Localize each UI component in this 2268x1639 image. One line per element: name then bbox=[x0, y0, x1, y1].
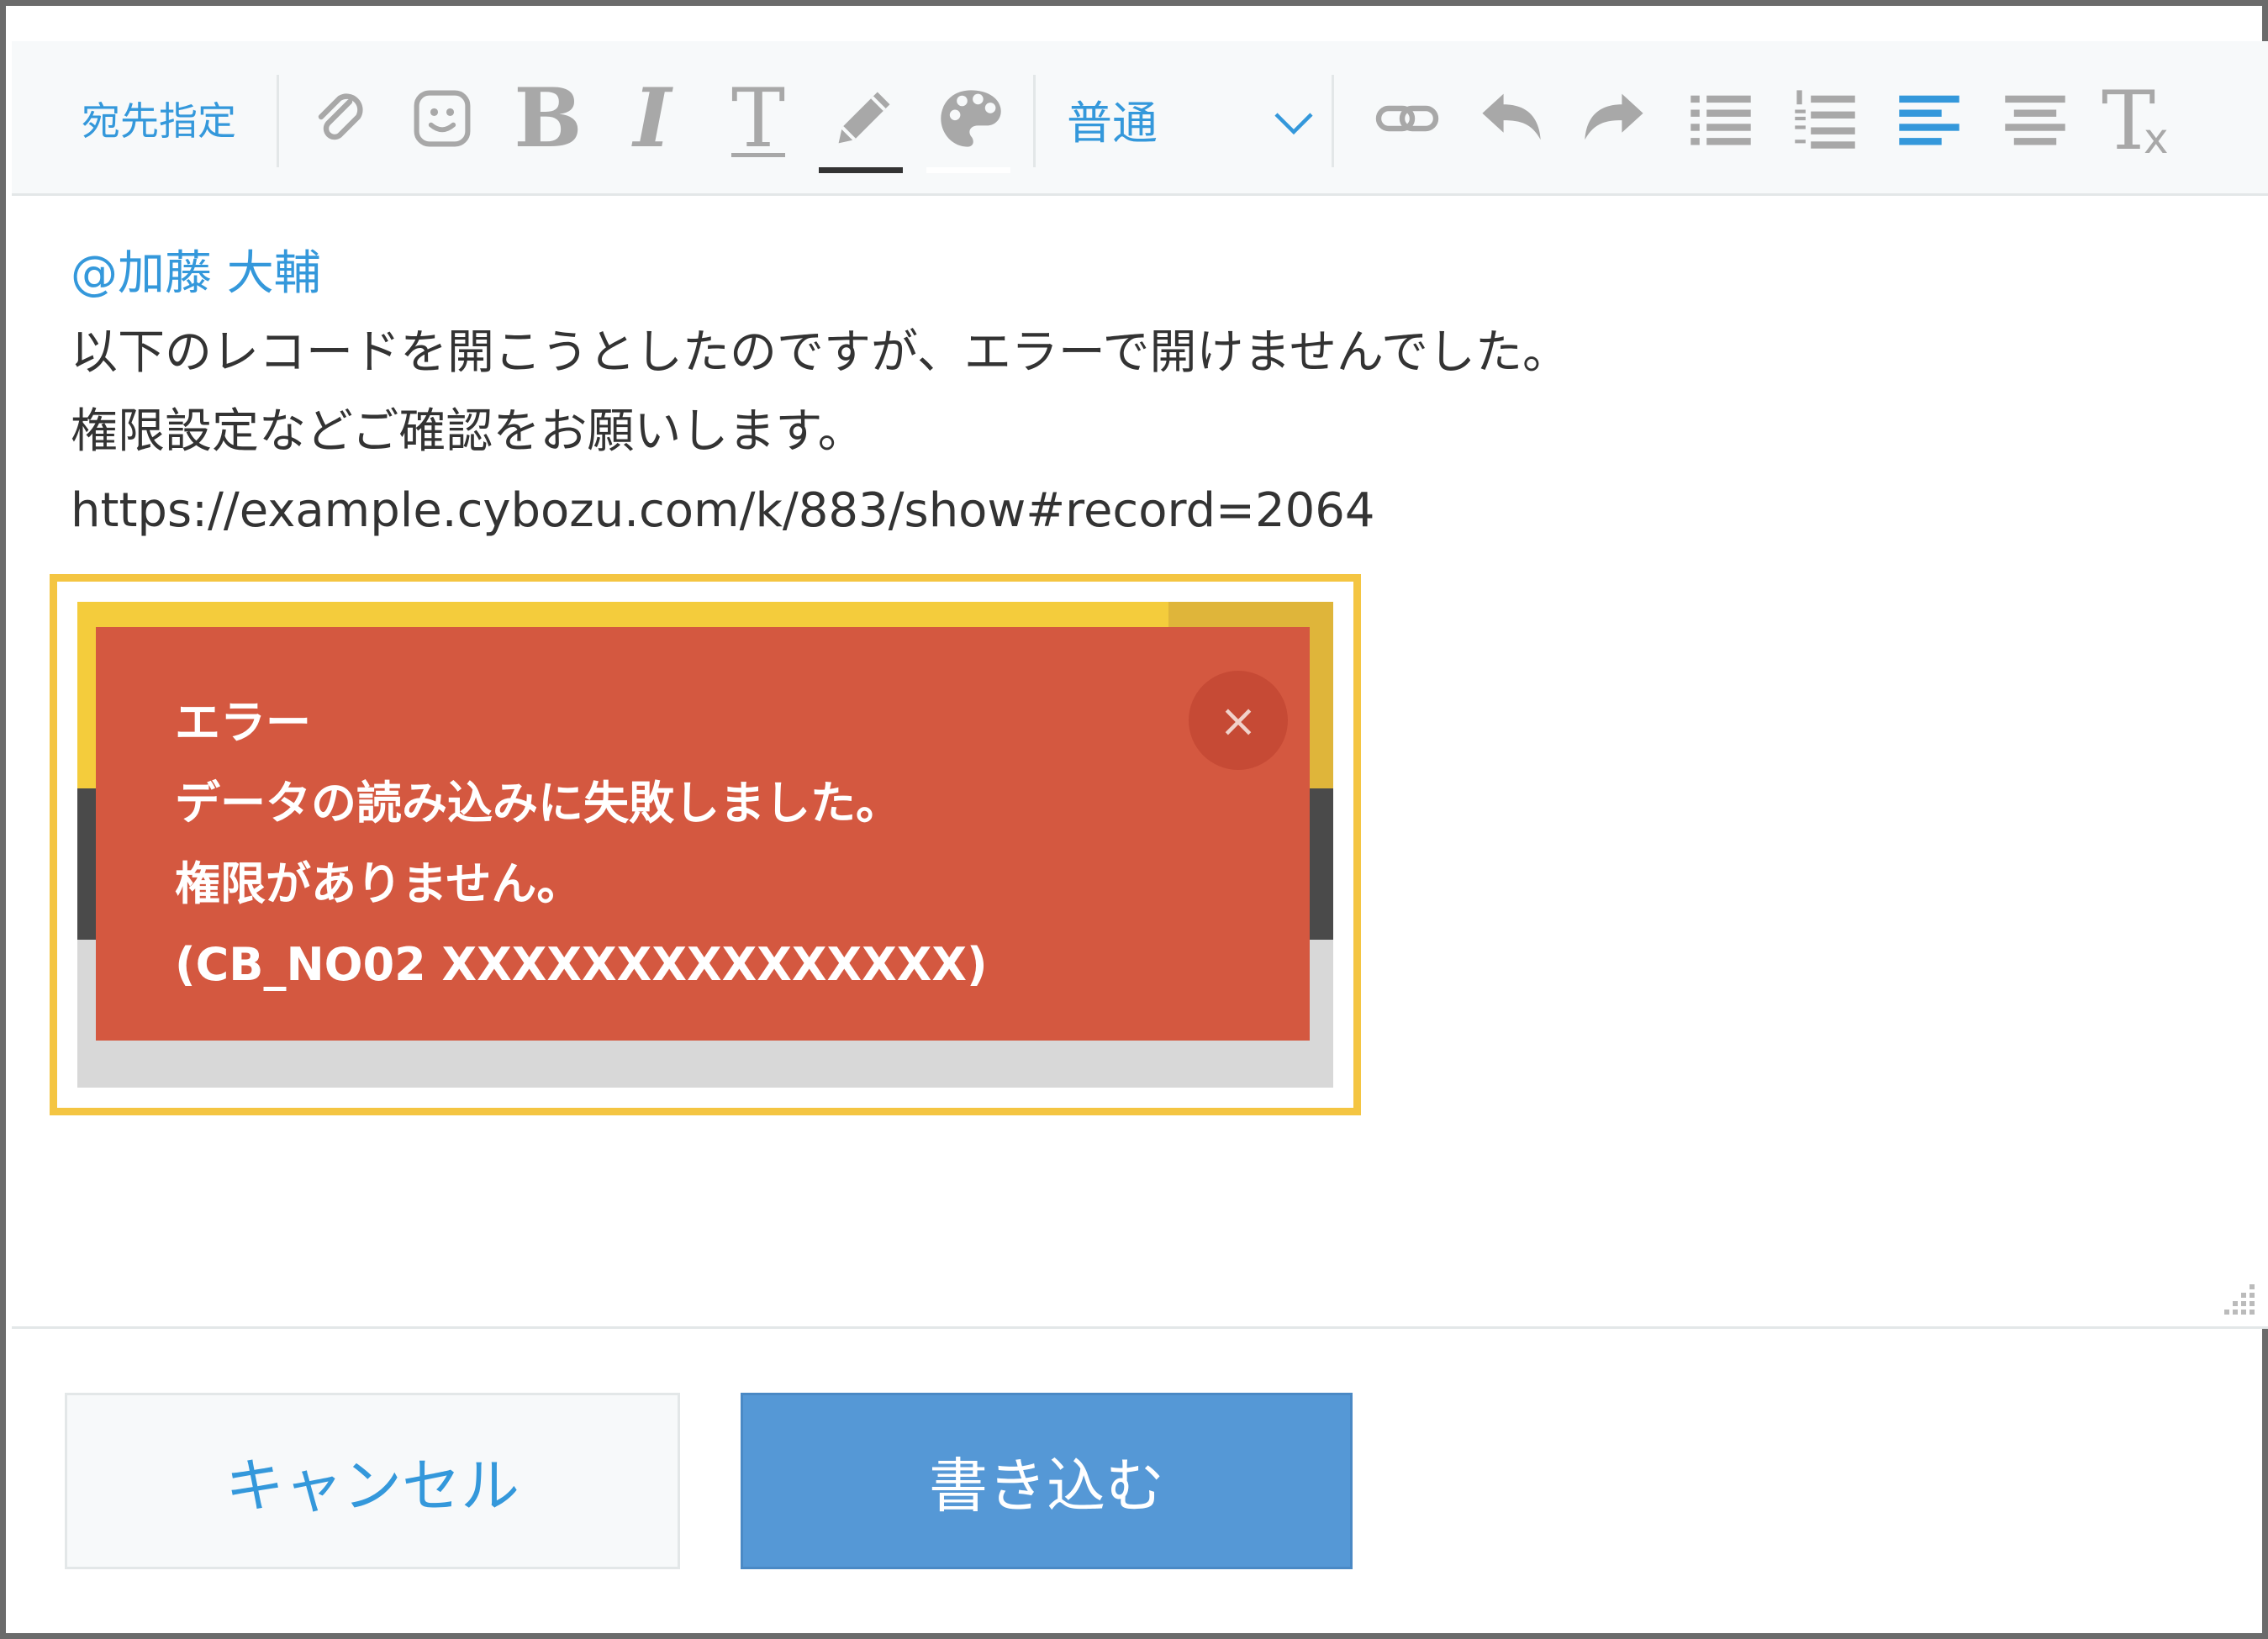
screenshot-content: エラー データの読み込みに失敗しました。 権限がありません。 (CB_NO02 … bbox=[77, 602, 1333, 1088]
message-line: https://example.cybozu.com/k/883/show#re… bbox=[71, 483, 1375, 538]
italic-button[interactable]: I bbox=[610, 41, 694, 196]
bulleted-list-button[interactable] bbox=[1675, 41, 1767, 196]
smiley-icon bbox=[414, 90, 471, 147]
clear-format-icon: T x bbox=[2102, 81, 2177, 163]
message-line: 以下のレコードを開こうとしたのですが、エラーで開けませんでした。 bbox=[71, 325, 1570, 380]
error-line: データの読み込みに失敗しました。 bbox=[175, 777, 901, 830]
bulleted-list-icon bbox=[1690, 95, 1751, 145]
align-left-button[interactable] bbox=[1883, 41, 1975, 196]
font-size-value: 普通 bbox=[1067, 96, 1158, 150]
font-size-select[interactable]: 普通 bbox=[1067, 41, 1319, 196]
numbered-list-button[interactable] bbox=[1779, 41, 1871, 196]
attached-screenshot: エラー データの読み込みに失敗しました。 権限がありません。 (CB_NO02 … bbox=[50, 574, 1361, 1115]
error-notification: エラー データの読み込みに失敗しました。 権限がありません。 (CB_NO02 … bbox=[96, 627, 1310, 1041]
editor-toolbar: 宛先指定 B I T 普通 T x bbox=[12, 41, 2268, 196]
toolbar-divider bbox=[1033, 75, 1036, 167]
text-size-icon: T bbox=[731, 71, 786, 166]
redo-button[interactable] bbox=[1569, 41, 1661, 196]
bold-button[interactable]: B bbox=[506, 41, 590, 196]
recipient-button[interactable]: 宛先指定 bbox=[62, 41, 256, 196]
chevron-down-icon bbox=[1274, 113, 1313, 135]
mention-link[interactable]: @加藤 大輔 bbox=[71, 235, 1569, 314]
text-size-button[interactable]: T bbox=[716, 41, 800, 196]
align-center-icon bbox=[2005, 95, 2065, 145]
error-message: エラー データの読み込みに失敗しました。 権限がありません。 (CB_NO02 … bbox=[175, 682, 988, 1005]
message-editor[interactable]: @加藤 大輔 以下のレコードを開こうとしたのですが、エラーで開けませんでした。 … bbox=[12, 196, 2268, 1329]
pencil-icon bbox=[838, 92, 890, 144]
editor-content: @加藤 大輔 以下のレコードを開こうとしたのですが、エラーで開けませんでした。 … bbox=[71, 235, 1569, 551]
cancel-button[interactable]: キャンセル bbox=[65, 1393, 680, 1569]
align-left-icon bbox=[1899, 95, 1959, 145]
resize-handle-icon[interactable] bbox=[2221, 1281, 2258, 1318]
undo-button[interactable] bbox=[1464, 41, 1557, 196]
link-icon bbox=[1375, 105, 1439, 132]
toolbar-divider bbox=[277, 75, 279, 167]
redo-icon bbox=[1585, 93, 1643, 140]
link-button[interactable] bbox=[1361, 41, 1453, 196]
clear-format-button[interactable]: T x bbox=[2093, 41, 2186, 196]
clear-format-sub: x bbox=[2144, 114, 2169, 163]
error-line: 権限がありません。 bbox=[175, 857, 583, 910]
recipient-label: 宛先指定 bbox=[82, 98, 236, 144]
align-center-button[interactable] bbox=[1989, 41, 2081, 196]
undo-icon bbox=[1482, 93, 1541, 140]
message-line: 権限設定などご確認をお願いします。 bbox=[71, 404, 865, 459]
palette-icon bbox=[941, 90, 1001, 147]
attach-button[interactable] bbox=[298, 41, 382, 196]
italic-icon: I bbox=[633, 71, 672, 166]
text-color-swatch bbox=[819, 167, 903, 173]
post-editor-window: 宛先指定 B I T 普通 T x @加藤 大輔 以下のレコードを開こうとしたの… bbox=[0, 0, 2268, 1639]
bold-icon: B bbox=[514, 71, 583, 166]
emoji-button[interactable] bbox=[400, 41, 484, 196]
close-icon: × bbox=[1189, 671, 1288, 770]
background-color-swatch bbox=[926, 167, 1010, 173]
numbered-list-icon bbox=[1795, 90, 1855, 149]
paperclip-icon bbox=[318, 93, 363, 140]
toolbar-divider bbox=[1332, 75, 1334, 167]
error-title: エラー bbox=[175, 696, 311, 749]
error-code: (CB_NO02 XXXXXXXXXXXXXXX) bbox=[175, 938, 988, 991]
submit-button[interactable]: 書き込む bbox=[741, 1393, 1353, 1569]
